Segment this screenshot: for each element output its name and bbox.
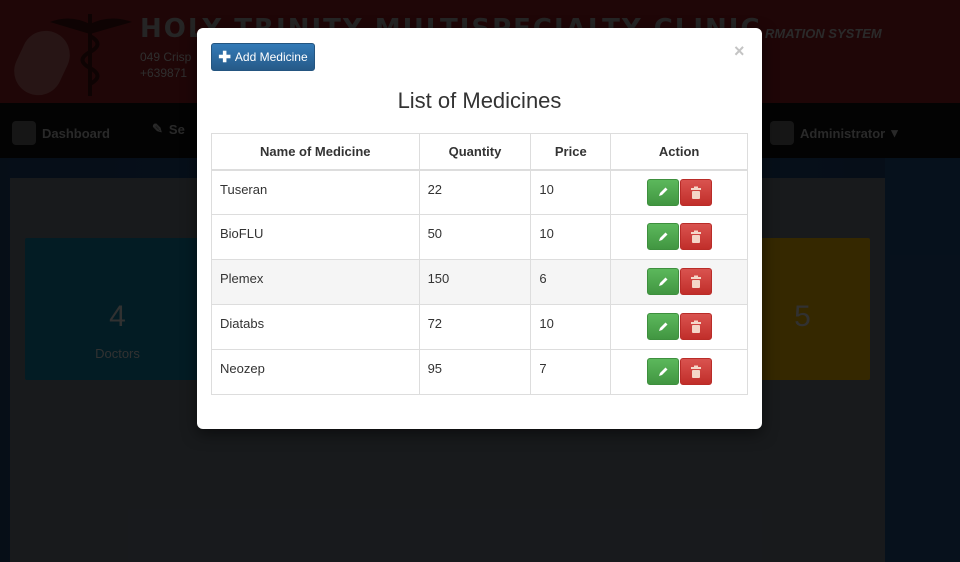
table-row: Plemex 150 6	[211, 259, 748, 305]
medicine-quantity: 72	[418, 304, 532, 350]
medicine-name: Tuseran	[211, 169, 420, 215]
medicine-price: 10	[530, 169, 612, 215]
header-name: Name of Medicine	[211, 133, 420, 171]
action-cell	[610, 349, 748, 395]
delete-button[interactable]	[679, 313, 712, 340]
pencil-icon	[658, 322, 668, 331]
medicine-name: Neozep	[211, 349, 420, 395]
add-medicine-button[interactable]: ✚ Add Medicine	[211, 43, 315, 71]
pencil-icon	[658, 277, 668, 286]
action-cell	[610, 214, 748, 260]
header-quantity: Quantity	[418, 133, 532, 171]
medicine-price: 10	[530, 304, 612, 350]
table-row: BioFLU 50 10	[211, 214, 748, 260]
table-row: Diatabs 72 10	[211, 304, 748, 350]
action-cell	[610, 304, 748, 350]
pencil-icon	[658, 232, 668, 241]
pencil-icon	[658, 367, 668, 376]
plus-icon: ✚	[218, 48, 231, 66]
medicine-quantity: 95	[418, 349, 532, 395]
table-row: Neozep 95 7	[211, 349, 748, 395]
edit-button[interactable]	[646, 313, 679, 340]
action-cell	[610, 259, 748, 305]
edit-button[interactable]	[646, 358, 679, 385]
header-price: Price	[530, 133, 612, 171]
medicine-price: 7	[530, 349, 612, 395]
delete-button[interactable]	[679, 268, 712, 295]
medicine-quantity: 150	[418, 259, 532, 305]
trash-icon	[690, 365, 701, 378]
medicine-name: Diatabs	[211, 304, 420, 350]
medicine-quantity: 50	[418, 214, 532, 260]
trash-icon	[690, 320, 701, 333]
medicine-price: 10	[530, 214, 612, 260]
edit-button[interactable]	[646, 268, 679, 295]
medicine-price: 6	[530, 259, 612, 305]
header-action: Action	[610, 133, 748, 171]
delete-button[interactable]	[679, 358, 712, 385]
edit-button[interactable]	[646, 178, 679, 206]
delete-button[interactable]	[679, 178, 712, 206]
pencil-icon	[658, 187, 668, 196]
action-cell	[610, 169, 748, 215]
modal-title: List of Medicines	[397, 88, 562, 113]
table-header-row: Name of Medicine Quantity Price Action	[211, 133, 748, 171]
table-row: Tuseran 22 10	[211, 169, 748, 215]
close-icon[interactable]: ×	[734, 42, 745, 60]
trash-icon	[690, 275, 701, 288]
medicines-table: Name of Medicine Quantity Price Action T…	[211, 133, 748, 395]
delete-button[interactable]	[679, 223, 712, 250]
edit-button[interactable]	[646, 223, 679, 250]
trash-icon	[690, 230, 701, 243]
medicine-quantity: 22	[418, 169, 532, 215]
trash-icon	[690, 186, 701, 199]
medicines-modal: ✚ Add Medicine × List of Medicines Name …	[197, 28, 762, 429]
add-medicine-label: Add Medicine	[234, 50, 308, 64]
medicine-name: Plemex	[211, 259, 420, 305]
medicine-name: BioFLU	[211, 214, 420, 260]
